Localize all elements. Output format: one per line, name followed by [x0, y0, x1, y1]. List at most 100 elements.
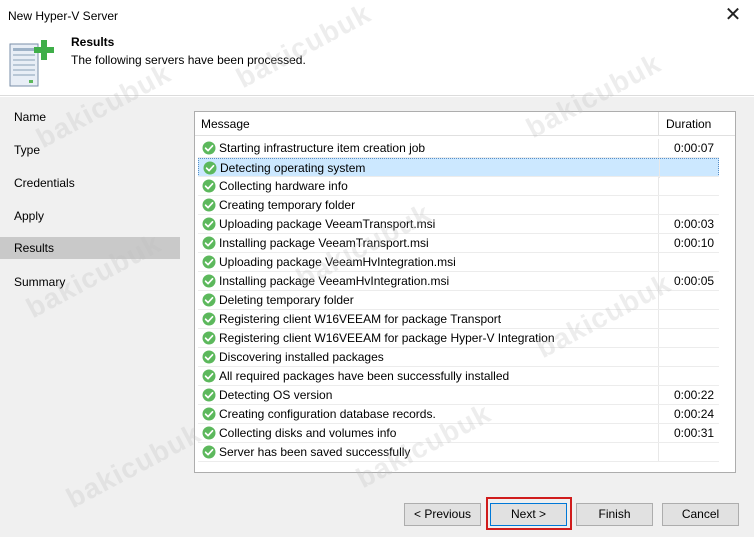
table-row[interactable]: Server has been saved successfully [198, 443, 719, 462]
next-button[interactable]: Next > [490, 503, 567, 526]
table-row[interactable]: Deleting temporary folder [198, 291, 719, 310]
success-check-icon [202, 255, 216, 269]
previous-button[interactable]: < Previous [404, 503, 481, 526]
table-row[interactable]: All required packages have been successf… [198, 367, 719, 386]
main-content: Message Duration Starting infrastructure… [180, 97, 754, 517]
column-divider [658, 112, 659, 136]
row-message: Registering client W16VEEAM for package … [219, 312, 502, 326]
success-check-icon [202, 331, 216, 345]
row-message: Creating temporary folder [219, 198, 356, 212]
row-message: Creating configuration database records. [219, 407, 436, 421]
sidebar-item-results[interactable]: Results [0, 237, 180, 259]
column-divider [658, 443, 659, 462]
column-divider [658, 291, 659, 310]
table-header: Message Duration [195, 112, 735, 136]
column-divider [658, 329, 659, 348]
success-check-icon [202, 274, 216, 288]
sidebar-item-summary[interactable]: Summary [0, 271, 180, 293]
success-check-icon [202, 426, 216, 440]
column-divider [658, 348, 659, 367]
sidebar-item-name[interactable]: Name [0, 106, 180, 128]
row-divider [198, 461, 719, 462]
column-divider [658, 367, 659, 386]
row-message: Starting infrastructure item creation jo… [219, 141, 426, 155]
success-check-icon [202, 388, 216, 402]
success-check-icon [202, 445, 216, 459]
wizard-footer: < Previous Next > Finish Cancel [0, 497, 754, 537]
table-row[interactable]: Uploading package VeeamHvIntegration.msi [198, 253, 719, 272]
table-row[interactable]: Collecting disks and volumes info 0:00:31 [198, 424, 719, 443]
column-divider [658, 234, 659, 253]
column-divider [658, 196, 659, 215]
table-row[interactable]: Creating temporary folder [198, 196, 719, 215]
success-check-icon [202, 350, 216, 364]
row-message: Installing package VeeamHvIntegration.ms… [219, 274, 450, 288]
success-check-icon [202, 198, 216, 212]
column-divider [658, 272, 659, 291]
column-divider [658, 215, 659, 234]
row-duration: 0:00:07 [674, 141, 715, 155]
row-message: Uploading package VeeamHvIntegration.msi [219, 255, 456, 269]
success-check-icon [202, 293, 216, 307]
success-check-icon [202, 312, 216, 326]
table-row[interactable]: Registering client W16VEEAM for package … [198, 329, 719, 348]
table-row[interactable]: Discovering installed packages [198, 348, 719, 367]
row-message: Server has been saved successfully [219, 445, 411, 459]
row-message: Deleting temporary folder [219, 293, 354, 307]
success-check-icon [202, 141, 216, 155]
row-message: Collecting hardware info [219, 179, 348, 193]
row-duration: 0:00:31 [674, 426, 715, 440]
row-duration: 0:00:24 [674, 407, 715, 421]
table-row[interactable]: Uploading package VeeamTransport.msi 0:00… [198, 215, 719, 234]
success-check-icon [203, 161, 217, 175]
row-message: Uploading package VeeamTransport.msi [219, 217, 436, 231]
column-divider [658, 405, 659, 424]
wizard-steps-sidebar: Name Type Credentials Apply Results Summ… [0, 97, 180, 517]
row-message: Collecting disks and volumes info [219, 426, 397, 440]
page-subtitle: The following servers have been processe… [71, 53, 306, 67]
cancel-button[interactable]: Cancel [662, 503, 739, 526]
table-row[interactable]: Detecting OS version 0:00:22 [198, 386, 719, 405]
success-check-icon [202, 369, 216, 383]
row-duration: 0:00:05 [674, 274, 715, 288]
close-icon[interactable]: ✕ [718, 2, 748, 28]
row-message: All required packages have been successf… [219, 369, 510, 383]
table-row[interactable]: Starting infrastructure item creation jo… [198, 139, 719, 158]
success-check-icon [202, 179, 216, 193]
window-title: New Hyper-V Server [8, 9, 119, 23]
column-divider [658, 139, 659, 158]
column-divider [658, 177, 659, 196]
row-duration: 0:00:10 [674, 236, 715, 250]
page-title: Results [71, 35, 115, 49]
column-header-message[interactable]: Message [201, 117, 250, 131]
row-message: Detecting operating system [220, 161, 366, 175]
sidebar-item-type[interactable]: Type [0, 139, 180, 161]
column-divider [658, 253, 659, 272]
column-divider [658, 310, 659, 329]
table-row[interactable]: Installing package VeeamHvIntegration.ms… [198, 272, 719, 291]
column-divider [658, 424, 659, 443]
row-message: Detecting OS version [219, 388, 333, 402]
success-check-icon [202, 236, 216, 250]
wizard-header: Results The following servers have been … [0, 32, 754, 96]
success-check-icon [202, 407, 216, 421]
sidebar-item-apply[interactable]: Apply [0, 205, 180, 227]
table-row[interactable]: Detecting operating system [198, 158, 719, 178]
table-row[interactable]: Installing package VeeamTransport.msi 0:0… [198, 234, 719, 253]
sidebar-item-credentials[interactable]: Credentials [0, 172, 180, 194]
results-table[interactable]: Message Duration Starting infrastructure… [194, 111, 736, 473]
table-row[interactable]: Registering client W16VEEAM for package … [198, 310, 719, 329]
title-bar: New Hyper-V Server ✕ [0, 0, 754, 32]
row-message: Discovering installed packages [219, 350, 384, 364]
server-add-icon [9, 40, 54, 87]
table-row[interactable]: Creating configuration database records.… [198, 405, 719, 424]
table-row[interactable]: Collecting hardware info [198, 177, 719, 196]
success-check-icon [202, 217, 216, 231]
column-divider [658, 386, 659, 405]
row-message: Installing package VeeamTransport.msi [219, 236, 429, 250]
row-duration: 0:00:22 [674, 388, 715, 402]
column-header-duration[interactable]: Duration [666, 117, 711, 131]
finish-button[interactable]: Finish [576, 503, 653, 526]
row-message: Registering client W16VEEAM for package … [219, 331, 555, 345]
row-duration: 0:00:03 [674, 217, 715, 231]
